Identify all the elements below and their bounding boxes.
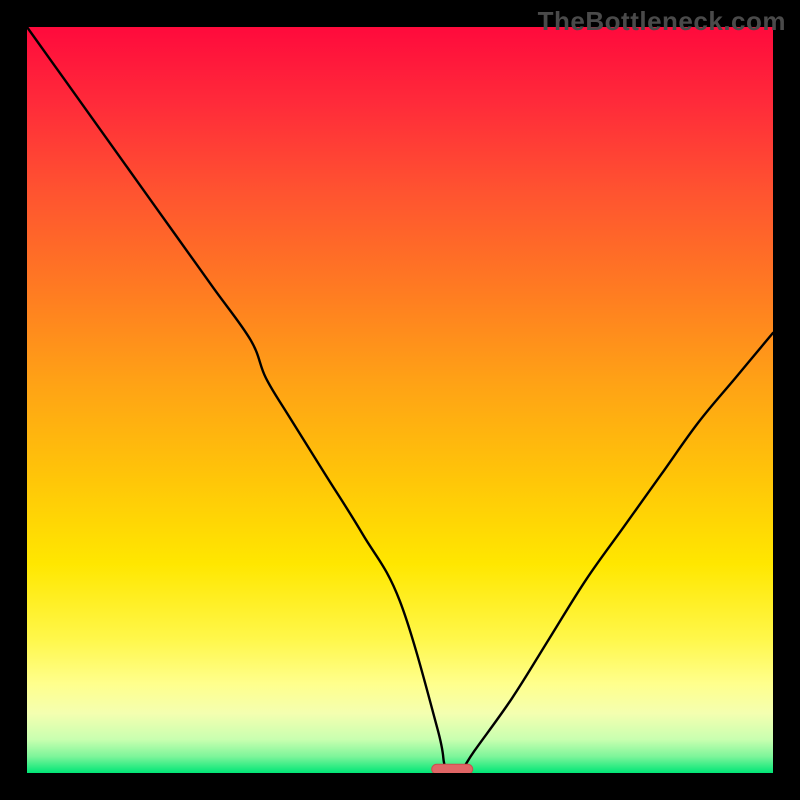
chart-svg: [27, 27, 773, 773]
plot-area: [27, 27, 773, 773]
optimum-marker: [432, 764, 473, 773]
watermark-text: TheBottleneck.com: [538, 6, 786, 37]
chart-frame: TheBottleneck.com: [0, 0, 800, 800]
gradient-background: [27, 27, 773, 773]
